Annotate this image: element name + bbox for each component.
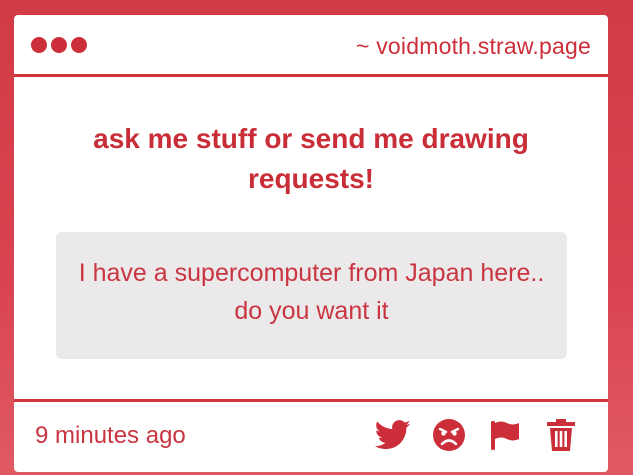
window-dot (51, 37, 67, 53)
timestamp: 9 minutes ago (35, 422, 186, 449)
twitter-share-button[interactable] (374, 416, 412, 454)
window-dots (31, 37, 87, 53)
card-footer: 9 minutes ago (14, 399, 608, 472)
site-domain[interactable]: ~ voidmoth.straw.page (356, 33, 591, 60)
angry-face-icon (433, 419, 465, 451)
flag-icon (491, 421, 519, 450)
twitter-icon (375, 420, 411, 450)
delete-button[interactable] (542, 416, 580, 454)
page-prompt: ask me stuff or send me drawing requests… (93, 123, 529, 194)
message-bubble: I have a supercomputer from Japan here..… (56, 232, 567, 359)
window-dot (31, 37, 47, 53)
message-card: ~ voidmoth.straw.page ask me stuff or se… (14, 15, 608, 472)
trash-icon (547, 419, 575, 451)
card-body: ask me stuff or send me drawing requests… (14, 77, 608, 399)
window-dot (71, 37, 87, 53)
block-button[interactable] (430, 416, 468, 454)
card-titlebar: ~ voidmoth.straw.page (14, 15, 608, 77)
action-bar (374, 416, 580, 454)
report-button[interactable] (486, 416, 524, 454)
